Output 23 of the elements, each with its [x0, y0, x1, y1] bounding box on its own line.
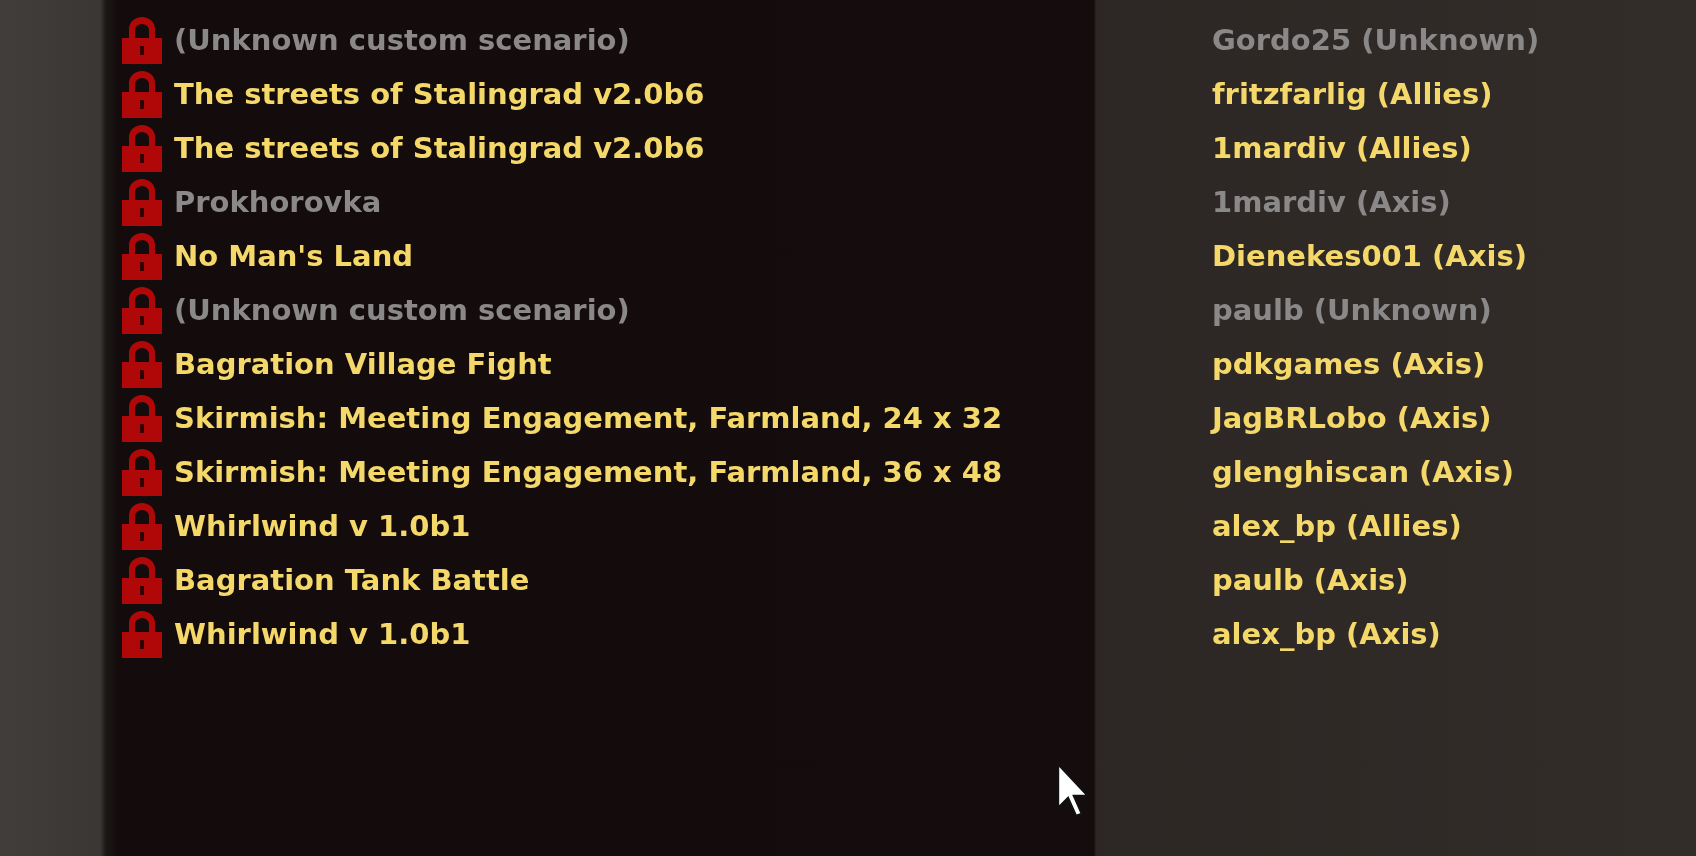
- host-name: 1mardiv (Allies): [1212, 130, 1472, 168]
- scenario-name[interactable]: (Unknown custom scenario): [166, 19, 1212, 63]
- host-name: pdkgames (Axis): [1212, 346, 1486, 384]
- host-name: alex_bp (Allies): [1212, 508, 1462, 546]
- scenario-name[interactable]: Bagration Village Fight: [166, 343, 1212, 387]
- scenario-name[interactable]: The streets of Stalingrad v2.0b6: [166, 127, 1212, 171]
- scenario-name[interactable]: No Man's Land: [166, 235, 1212, 279]
- scenario-name[interactable]: The streets of Stalingrad v2.0b6: [166, 73, 1212, 117]
- host-name: Gordo25 (Unknown): [1212, 22, 1540, 60]
- scenario-name[interactable]: Whirlwind v 1.0b1: [166, 613, 1212, 657]
- host-name: 1mardiv (Axis): [1212, 184, 1451, 222]
- host-name: glenghiscan (Axis): [1212, 454, 1514, 492]
- scenario-name[interactable]: Prokhorovka: [166, 181, 1212, 225]
- host-name: alex_bp (Axis): [1212, 616, 1441, 654]
- host-name: Dienekes001 (Axis): [1212, 238, 1527, 276]
- host-name: fritzfarlig (Allies): [1212, 76, 1493, 114]
- scenario-name[interactable]: Bagration Tank Battle: [166, 559, 1212, 603]
- host-name: paulb (Unknown): [1212, 292, 1492, 330]
- host-name: JagBRLobo (Axis): [1212, 400, 1492, 438]
- scenario-name[interactable]: Skirmish: Meeting Engagement, Farmland, 36 x 48: [166, 451, 1212, 495]
- scenario-name[interactable]: Whirlwind v 1.0b1: [166, 505, 1212, 549]
- scenario-name[interactable]: (Unknown custom scenario): [166, 289, 1212, 333]
- host-name: paulb (Axis): [1212, 562, 1409, 600]
